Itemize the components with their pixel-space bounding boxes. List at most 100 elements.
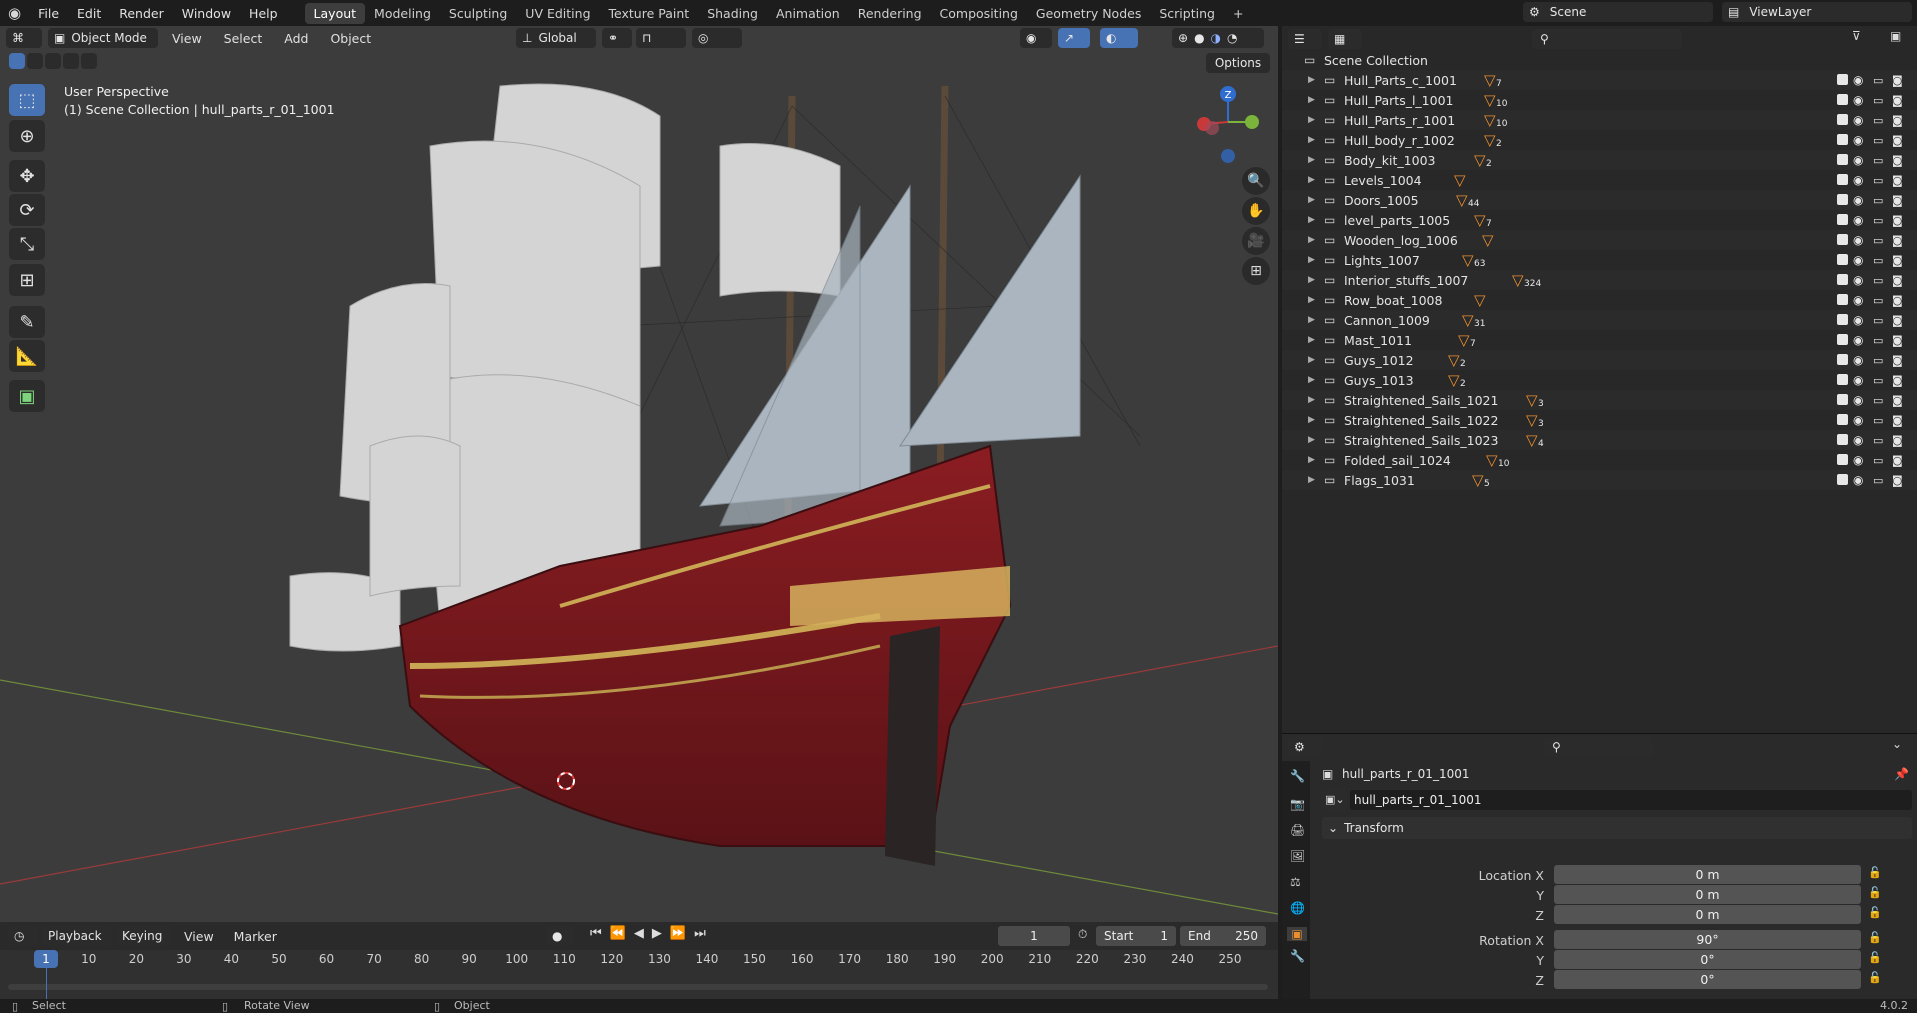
monitor-icon[interactable]: ▭ bbox=[1873, 394, 1883, 407]
prev-keyframe-icon[interactable]: ⏪ bbox=[610, 926, 626, 941]
eye-icon[interactable]: ◉ bbox=[1853, 473, 1863, 487]
monitor-icon[interactable]: ▭ bbox=[1873, 134, 1883, 147]
outliner-row[interactable]: ▶ ▭ Levels_1004 ▽ ◉ ▭ ◙ bbox=[1282, 170, 1917, 190]
exclude-checkbox[interactable] bbox=[1837, 254, 1848, 265]
eye-icon[interactable]: ◉ bbox=[1853, 273, 1863, 287]
expand-arrow-icon[interactable]: ▶ bbox=[1308, 75, 1315, 85]
expand-arrow-icon[interactable]: ▶ bbox=[1308, 355, 1315, 365]
lock-icon[interactable]: 🔓 bbox=[1868, 886, 1882, 899]
monitor-icon[interactable]: ▭ bbox=[1873, 214, 1883, 227]
select-subtract-icon[interactable] bbox=[45, 53, 61, 69]
visibility-button[interactable]: ◉ bbox=[1020, 28, 1052, 48]
expand-arrow-icon[interactable]: ▶ bbox=[1308, 455, 1315, 465]
expand-arrow-icon[interactable]: ▶ bbox=[1308, 215, 1315, 225]
select-intersect-icon[interactable] bbox=[81, 53, 97, 69]
object-tab-icon[interactable]: ▣ bbox=[1287, 927, 1307, 941]
camera-render-icon[interactable]: ◙ bbox=[1892, 134, 1903, 147]
play-icon[interactable]: ▶ bbox=[652, 926, 662, 941]
rendered-shading-icon[interactable]: ◔ bbox=[1227, 31, 1237, 45]
move-tool[interactable]: ✥ bbox=[9, 160, 45, 192]
viewport-menu-add[interactable]: Add bbox=[276, 29, 316, 48]
location-y-field[interactable]: 0 m bbox=[1554, 885, 1861, 904]
eye-icon[interactable]: ◉ bbox=[1853, 433, 1863, 447]
rotation-x-field[interactable]: 90° bbox=[1554, 930, 1861, 949]
expand-arrow-icon[interactable]: ▶ bbox=[1308, 475, 1315, 485]
navigation-gizmo[interactable]: Z bbox=[1190, 84, 1270, 164]
monitor-icon[interactable]: ▭ bbox=[1873, 194, 1883, 207]
viewport-menu-view[interactable]: View bbox=[164, 29, 210, 48]
menu-help[interactable]: Help bbox=[240, 6, 287, 21]
new-collection-icon[interactable]: ▣ bbox=[1890, 29, 1901, 43]
exclude-checkbox[interactable] bbox=[1837, 174, 1848, 185]
monitor-icon[interactable]: ▭ bbox=[1873, 314, 1883, 327]
monitor-icon[interactable]: ▭ bbox=[1873, 154, 1883, 167]
monitor-icon[interactable]: ▭ bbox=[1873, 374, 1883, 387]
exclude-checkbox[interactable] bbox=[1837, 214, 1848, 225]
monitor-icon[interactable]: ▭ bbox=[1873, 474, 1883, 487]
filter-icon[interactable]: ⊽ bbox=[1852, 29, 1861, 43]
outliner-row[interactable]: ▶ ▭ Row_boat_1008 ▽ ◉ ▭ ◙ bbox=[1282, 290, 1917, 310]
outliner-row[interactable]: ▶ ▭ Flags_1031 ▽ 5 ◉ ▭ ◙ bbox=[1282, 470, 1917, 490]
tab-rendering[interactable]: Rendering bbox=[849, 3, 931, 24]
exclude-checkbox[interactable] bbox=[1837, 94, 1848, 105]
exclude-checkbox[interactable] bbox=[1837, 414, 1848, 425]
tab-shading[interactable]: Shading bbox=[698, 3, 767, 24]
pan-hand-icon[interactable]: ✋ bbox=[1242, 197, 1270, 225]
start-frame-field[interactable]: Start 1 bbox=[1096, 926, 1176, 946]
tab-animation[interactable]: Animation bbox=[767, 3, 849, 24]
outliner-search-input[interactable]: ⚲ bbox=[1532, 29, 1682, 49]
camera-render-icon[interactable]: ◙ bbox=[1892, 394, 1903, 407]
eye-icon[interactable]: ◉ bbox=[1853, 113, 1863, 127]
output-tab-icon[interactable]: 🖨 bbox=[1290, 823, 1310, 837]
outliner-row[interactable]: ▶ ▭ Interior_stuffs_1007 ▽ 324 ◉ ▭ ◙ bbox=[1282, 270, 1917, 290]
exclude-checkbox[interactable] bbox=[1837, 334, 1848, 345]
transform-tool[interactable]: ⊞ bbox=[9, 264, 45, 296]
expand-arrow-icon[interactable]: ▶ bbox=[1308, 115, 1315, 125]
chevron-down-icon[interactable]: ⌄ bbox=[1892, 737, 1902, 751]
expand-arrow-icon[interactable]: ▶ bbox=[1308, 235, 1315, 245]
stopwatch-icon[interactable]: ⏱ bbox=[1078, 927, 1087, 942]
viewport-menu-object[interactable]: Object bbox=[322, 29, 379, 48]
camera-render-icon[interactable]: ◙ bbox=[1892, 334, 1903, 347]
scene-tab-icon[interactable]: ⚖ bbox=[1290, 875, 1310, 889]
jump-start-icon[interactable]: ⏮ bbox=[590, 926, 602, 941]
lock-icon[interactable]: 🔓 bbox=[1868, 866, 1882, 879]
rotation-y-field[interactable]: 0° bbox=[1554, 950, 1861, 969]
viewport-menu-select[interactable]: Select bbox=[216, 29, 271, 48]
eye-icon[interactable]: ◉ bbox=[1853, 133, 1863, 147]
display-mode-dropdown[interactable]: ▦ bbox=[1328, 29, 1362, 49]
select-new-icon[interactable] bbox=[9, 53, 25, 69]
overlay-toggle-button[interactable]: ◐ bbox=[1100, 28, 1138, 48]
exclude-checkbox[interactable] bbox=[1837, 354, 1848, 365]
eye-icon[interactable]: ◉ bbox=[1853, 293, 1863, 307]
exclude-checkbox[interactable] bbox=[1837, 194, 1848, 205]
camera-render-icon[interactable]: ◙ bbox=[1892, 114, 1903, 127]
play-reverse-icon[interactable]: ◀ bbox=[634, 926, 644, 941]
monitor-icon[interactable]: ▭ bbox=[1873, 174, 1883, 187]
expand-arrow-icon[interactable]: ▶ bbox=[1308, 155, 1315, 165]
eye-icon[interactable]: ◉ bbox=[1853, 453, 1863, 467]
render-tab-icon[interactable]: 📷 bbox=[1290, 797, 1310, 811]
expand-arrow-icon[interactable]: ▶ bbox=[1308, 175, 1315, 185]
exclude-checkbox[interactable] bbox=[1837, 274, 1848, 285]
rotation-z-field[interactable]: 0° bbox=[1554, 970, 1861, 989]
annotate-tool[interactable]: ✎ bbox=[9, 306, 45, 338]
outliner-row[interactable]: ▶ ▭ Straightened_Sails_1022 ▽ 3 ◉ ▭ ◙ bbox=[1282, 410, 1917, 430]
lock-icon[interactable]: 🔓 bbox=[1868, 951, 1882, 964]
gizmo-toggle-button[interactable]: ↗ bbox=[1058, 28, 1090, 48]
tab-texture-paint[interactable]: Texture Paint bbox=[600, 3, 699, 24]
exclude-checkbox[interactable] bbox=[1837, 114, 1848, 125]
options-dropdown[interactable]: Options bbox=[1206, 53, 1270, 73]
camera-icon[interactable]: 🎥 bbox=[1242, 227, 1270, 255]
camera-render-icon[interactable]: ◙ bbox=[1892, 154, 1903, 167]
monitor-icon[interactable]: ▭ bbox=[1873, 354, 1883, 367]
eye-icon[interactable]: ◉ bbox=[1853, 233, 1863, 247]
exclude-checkbox[interactable] bbox=[1837, 374, 1848, 385]
eye-icon[interactable]: ◉ bbox=[1853, 393, 1863, 407]
properties-editor-type[interactable]: ⚙ bbox=[1288, 737, 1322, 757]
outliner-row[interactable]: ▶ ▭ Straightened_Sails_1021 ▽ 3 ◉ ▭ ◙ bbox=[1282, 390, 1917, 410]
outliner-row[interactable]: ▶ ▭ Hull_Parts_c_1001 ▽ 7 ◉ ▭ ◙ bbox=[1282, 70, 1917, 90]
tab-scripting[interactable]: Scripting bbox=[1150, 3, 1224, 24]
eye-icon[interactable]: ◉ bbox=[1853, 333, 1863, 347]
monitor-icon[interactable]: ▭ bbox=[1873, 334, 1883, 347]
